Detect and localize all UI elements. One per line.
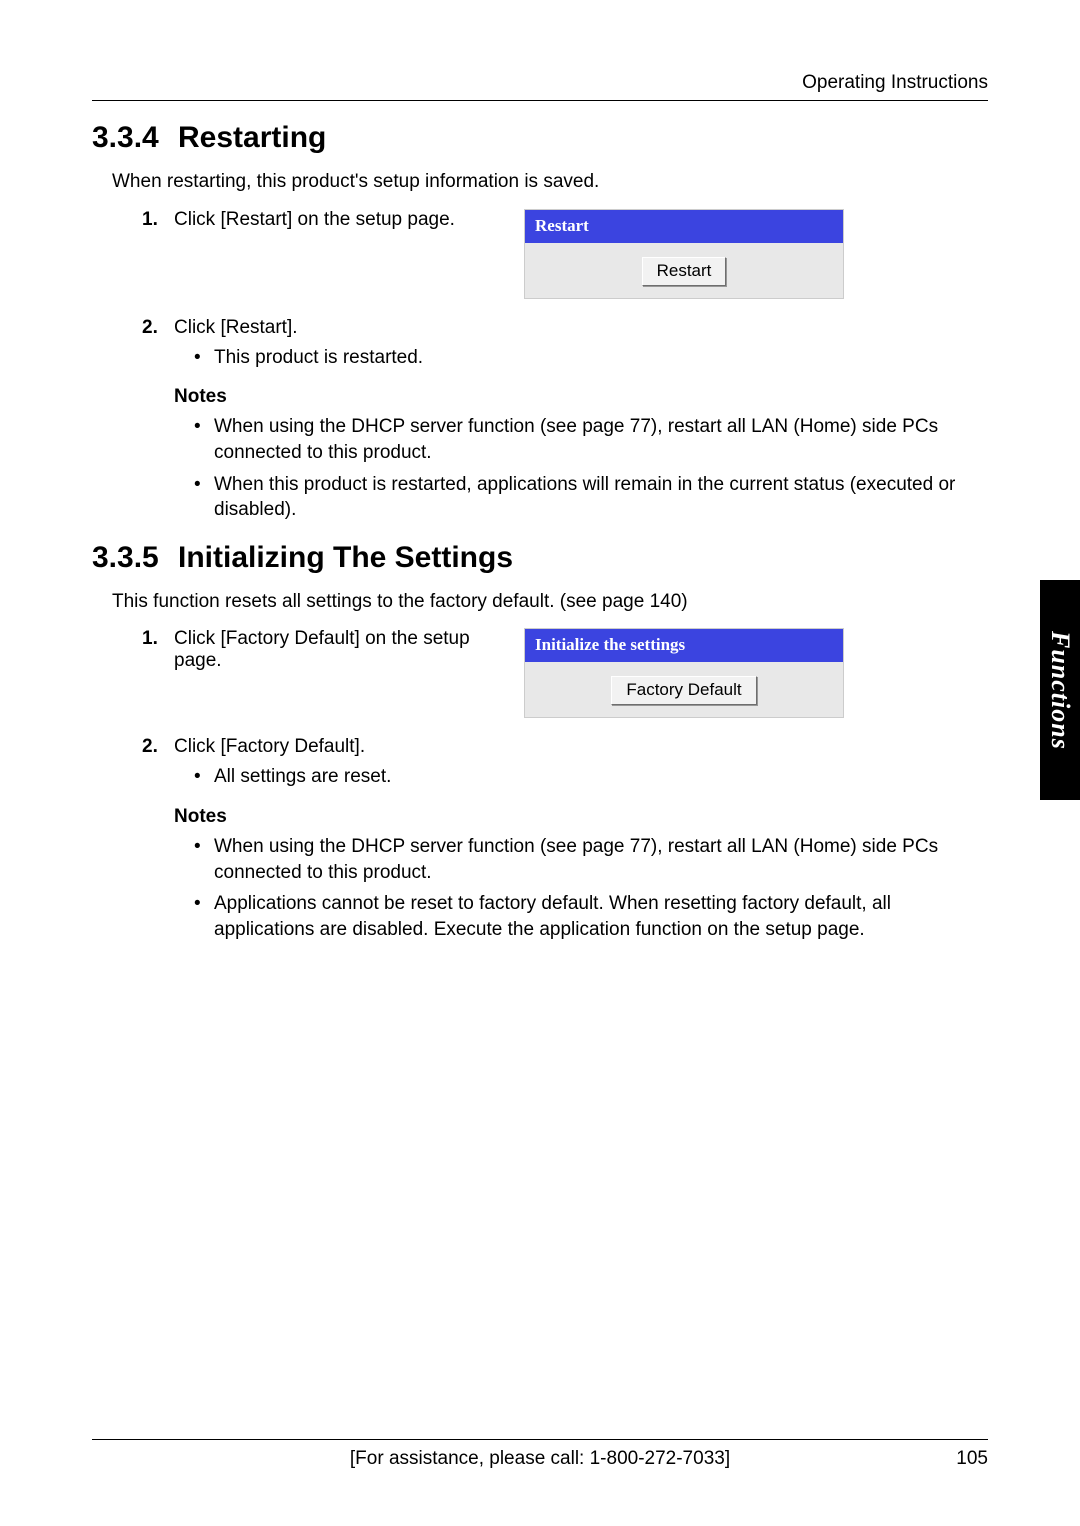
page: Operating Instructions 3.3.4Restarting W… [0, 0, 1080, 1526]
section1-note1: When using the DHCP server function (see… [194, 414, 974, 465]
initialize-panel-body: Factory Default [525, 662, 843, 705]
step-number: 1. [142, 628, 158, 650]
section-title: Initializing The Settings [178, 541, 513, 574]
notes-label: Notes [174, 806, 988, 828]
restart-button[interactable]: Restart [642, 257, 727, 286]
page-footer: [For assistance, please call: 1-800-272-… [92, 1439, 988, 1470]
section2-step2: 2. Click [Factory Default]. All settings… [142, 736, 988, 790]
section-number: 3.3.5 [92, 541, 178, 575]
section2-note2: Applications cannot be reset to factory … [194, 891, 974, 942]
restart-panel: Restart Restart [524, 209, 844, 299]
running-header: Operating Instructions [92, 72, 988, 94]
section-number: 3.3.4 [92, 121, 178, 155]
step2-text: Click [Factory Default]. [174, 736, 365, 757]
section1-step2: 2. Click [Restart]. This product is rest… [142, 317, 988, 371]
step-number: 2. [142, 317, 158, 339]
step1-text: Click [Restart] on the setup page. [174, 209, 504, 231]
section2-step1: 1. Click [Factory Default] on the setup … [142, 628, 988, 718]
factory-default-button[interactable]: Factory Default [611, 676, 756, 705]
initialize-panel-header: Initialize the settings [525, 629, 843, 662]
header-rule [92, 100, 988, 101]
step2-text: Click [Restart]. [174, 317, 298, 338]
section1-step1: 1. Click [Restart] on the setup page. Re… [142, 209, 988, 299]
notes-label: Notes [174, 386, 988, 408]
initialize-panel: Initialize the settings Factory Default [524, 628, 844, 718]
section-title: Restarting [178, 121, 326, 154]
footer-assist: [For assistance, please call: 1-800-272-… [350, 1448, 730, 1470]
side-tab-label: Functions [1045, 631, 1075, 750]
section-heading-restarting: 3.3.4Restarting [92, 121, 988, 155]
step2-bullet: All settings are reset. [194, 764, 988, 790]
section-heading-initializing: 3.3.5Initializing The Settings [92, 541, 988, 575]
step-number: 1. [142, 209, 158, 231]
section2-intro: This function resets all settings to the… [112, 589, 988, 615]
restart-panel-header: Restart [525, 210, 843, 243]
step2-bullet: This product is restarted. [194, 345, 988, 371]
side-tab-functions: Functions [1040, 580, 1080, 800]
step1-text: Click [Factory Default] on the setup pag… [174, 628, 504, 672]
section2-note1: When using the DHCP server function (see… [194, 834, 974, 885]
step-number: 2. [142, 736, 158, 758]
section1-note2: When this product is restarted, applicat… [194, 472, 974, 523]
restart-panel-body: Restart [525, 243, 843, 286]
page-number: 105 [956, 1448, 988, 1470]
section1-intro: When restarting, this product's setup in… [112, 169, 988, 195]
